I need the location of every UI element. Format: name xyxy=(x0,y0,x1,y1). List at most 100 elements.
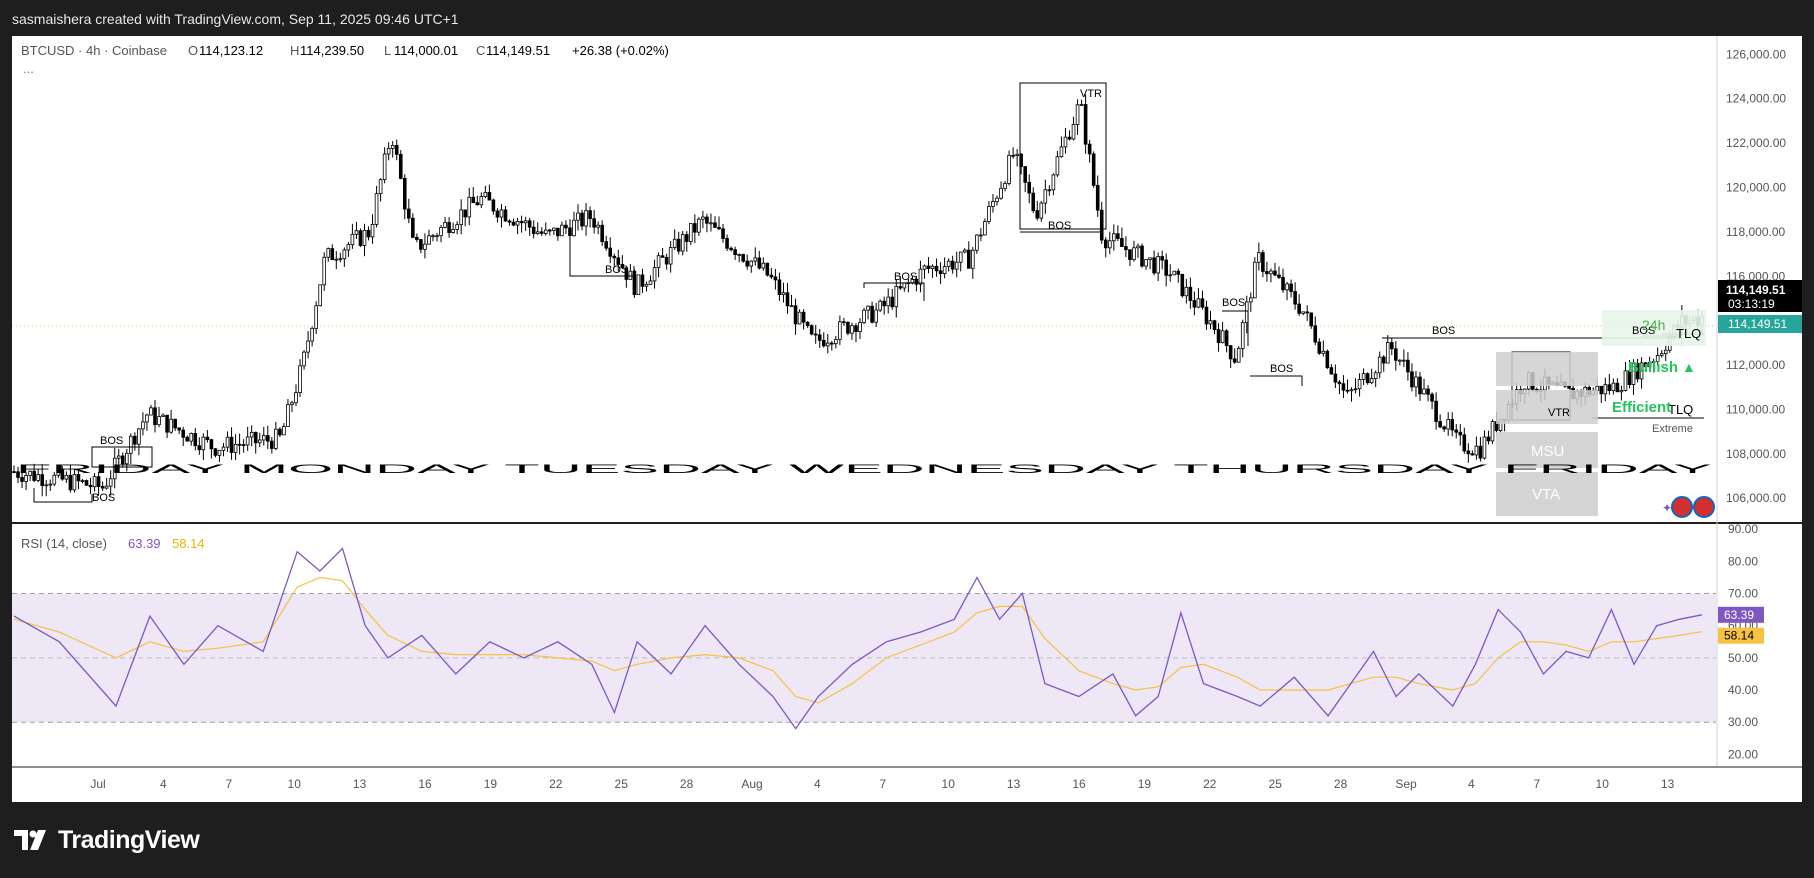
time-tick-label: 7 xyxy=(225,777,232,791)
time-tick-label: 4 xyxy=(814,777,821,791)
time-tick-label: Sep xyxy=(1395,777,1417,791)
rsi-tick-label: 70.00 xyxy=(1728,587,1758,601)
us-flag-icon[interactable] xyxy=(1671,496,1693,518)
time-tick-label: 25 xyxy=(1269,777,1283,791)
candle xyxy=(1236,346,1241,363)
extreme-label: Extreme xyxy=(1652,423,1693,435)
rsi-tick-label: 50.00 xyxy=(1728,651,1758,665)
time-tick-label: 22 xyxy=(549,777,563,791)
time-tick-label: 4 xyxy=(1468,777,1475,791)
candle xyxy=(398,150,403,180)
time-tick-label: 13 xyxy=(1661,777,1675,791)
rsi-ma-value-badge-text: 58.14 xyxy=(1724,629,1754,643)
price-tick-label: 120,000.00 xyxy=(1726,180,1786,194)
more-indicators-button[interactable]: ... xyxy=(23,61,34,76)
tlq-label: TLQ xyxy=(1668,402,1693,417)
msu-label: MSU xyxy=(1531,443,1564,460)
time-tick-label: 13 xyxy=(353,777,367,791)
candle xyxy=(1365,372,1370,385)
vtr-label: VTR xyxy=(1080,88,1102,100)
rsi-tick-label: 90.00 xyxy=(1728,522,1758,536)
rsi-legend-value: 63.39 xyxy=(128,536,161,551)
rsi-tick-label: 80.00 xyxy=(1728,554,1758,568)
bos-label: BOS xyxy=(100,435,123,447)
close-label: C xyxy=(476,43,485,58)
tradingview-logo-text: TradingView xyxy=(58,825,200,854)
time-tick-label: 16 xyxy=(418,777,432,791)
price-tick-label: 122,000.00 xyxy=(1726,136,1786,150)
price-tick-label: 118,000.00 xyxy=(1726,225,1785,239)
rsi-legend-label[interactable]: RSI (14, close) xyxy=(21,536,107,551)
rsi-tick-label: 20.00 xyxy=(1728,747,1758,761)
bos-label: BOS xyxy=(1270,363,1293,375)
bullish-arrow-icon: ▲ xyxy=(1682,359,1696,375)
open-value: 114,123.12 xyxy=(199,43,263,58)
price-tick-label: 126,000.00 xyxy=(1726,47,1786,61)
structure-panel[interactable] xyxy=(1496,352,1598,386)
sparkle-icon: ✦ xyxy=(1662,501,1672,515)
candle xyxy=(358,228,363,247)
time-tick-label: 25 xyxy=(615,777,629,791)
symbol-legend[interactable]: BTCUSD · 4h · Coinbase xyxy=(21,43,167,58)
candle xyxy=(1091,151,1096,188)
time-axis[interactable]: Jul 4 7 10 13 16 19 22 25 28 Aug 4 7 10 13 16 19 22 25 28 Se… xyxy=(90,777,1674,791)
high-label: H xyxy=(290,43,299,58)
candle xyxy=(1490,419,1495,445)
tradingview-logo-icon xyxy=(14,830,46,850)
candle xyxy=(636,274,641,296)
bos-label: BOS xyxy=(894,271,917,283)
price-axis[interactable]: 106,000.00 108,000.00 110,000.00 112,000.00… xyxy=(1726,47,1786,505)
time-tick-label: 28 xyxy=(1334,777,1348,791)
price-tick-label: 110,000.00 xyxy=(1726,402,1785,416)
last-price-text: 114,149.51 xyxy=(1726,283,1786,297)
candle xyxy=(1253,257,1257,299)
day-of-week-strip: FRIDAY MONDAY TUESDAY WEDNESDAY THURSDAY… xyxy=(16,462,1712,476)
tf-label: 24h xyxy=(1642,317,1665,333)
bos-label: BOS xyxy=(1222,297,1245,309)
bos-label: BOS xyxy=(92,492,115,504)
candle xyxy=(809,324,814,336)
candle xyxy=(1140,243,1144,268)
high-value: 114,239.50 xyxy=(300,43,364,58)
bullish-label: Bullish xyxy=(1628,359,1678,376)
candle xyxy=(846,321,850,336)
efficient-panel[interactable] xyxy=(1496,390,1598,424)
efficient-label: Efficient xyxy=(1612,399,1671,416)
open-label: O xyxy=(188,43,198,58)
chart-frame[interactable]: BOS BOS BOS BOS BOS BOS BOS BOS BOS VTR … xyxy=(12,36,1802,802)
time-tick-label: 28 xyxy=(680,777,694,791)
time-tick-label: 16 xyxy=(1072,777,1086,791)
tlq-label: TLQ xyxy=(1676,326,1701,341)
last-price-text-2: 114,149.51 xyxy=(1728,317,1787,331)
candle xyxy=(689,223,693,246)
candle xyxy=(878,299,882,313)
time-tick-label: 10 xyxy=(942,777,956,791)
price-tick-label: 112,000.00 xyxy=(1726,358,1785,372)
time-tick-label: 7 xyxy=(1533,777,1540,791)
bar-countdown: 03:13:19 xyxy=(1728,297,1775,311)
chart-canvas[interactable]: BOS BOS BOS BOS BOS BOS BOS BOS BOS VTR … xyxy=(12,36,1802,802)
bos-label: BOS xyxy=(1432,325,1455,337)
top-bar: sasmaishera created with TradingView.com… xyxy=(0,0,1814,36)
candle xyxy=(84,479,89,486)
time-tick-label: 22 xyxy=(1203,777,1217,791)
candle xyxy=(322,252,327,291)
vtr-label: VTR xyxy=(1548,407,1570,419)
us-flag-icon[interactable] xyxy=(1693,496,1715,518)
bos-label: BOS xyxy=(605,264,628,276)
time-tick-label: 10 xyxy=(288,777,302,791)
close-value: 114,149.51 xyxy=(486,43,550,58)
candle xyxy=(1180,273,1185,298)
vta-label: VTA xyxy=(1532,486,1560,503)
rsi-ma-legend-value: 58.14 xyxy=(172,536,205,551)
change-value: +26.38 (+0.02%) xyxy=(572,43,669,58)
time-tick-label: 10 xyxy=(1596,777,1610,791)
time-tick-label: 13 xyxy=(1007,777,1021,791)
candle xyxy=(1007,150,1011,186)
low-label: L xyxy=(384,43,391,58)
rsi-tick-label: 40.00 xyxy=(1728,683,1758,697)
price-tick-label: 106,000.00 xyxy=(1726,491,1786,505)
time-tick-label: 19 xyxy=(484,777,498,791)
tradingview-logo[interactable]: TradingView xyxy=(14,824,200,856)
candle xyxy=(862,307,866,325)
